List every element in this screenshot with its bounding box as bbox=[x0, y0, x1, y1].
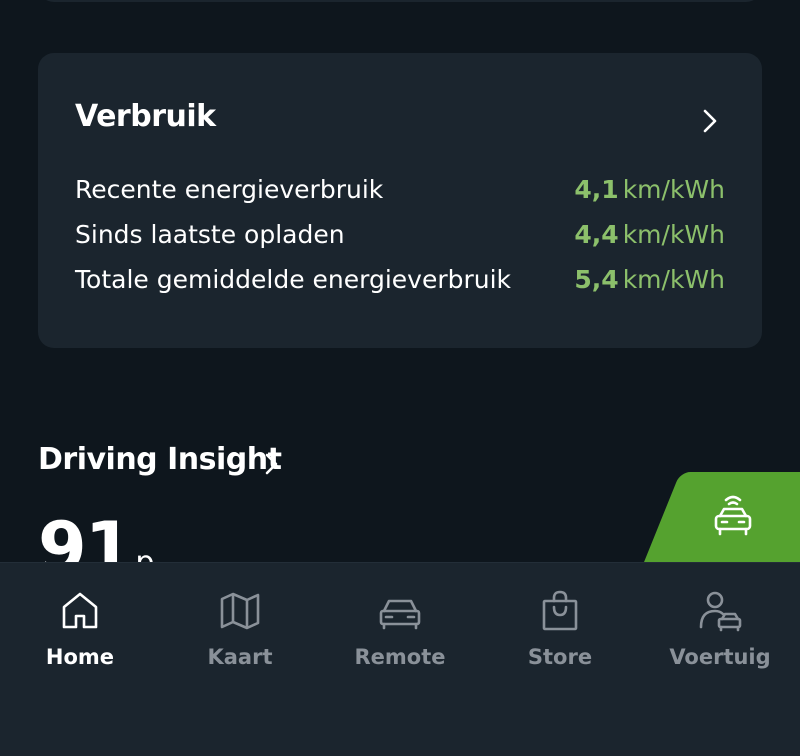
metric-label: Recente energieverbruik bbox=[75, 175, 384, 204]
metric-value-group: 5,4 km/kWh bbox=[574, 265, 725, 294]
metric-value: 4,1 bbox=[574, 175, 619, 204]
nav-label: Home bbox=[45, 645, 115, 669]
driving-score-value: 91 bbox=[38, 508, 133, 562]
nav-label: Store bbox=[527, 645, 593, 669]
nav-item-map[interactable]: Kaart bbox=[160, 589, 320, 679]
shopping-bag-icon bbox=[542, 590, 578, 631]
consumption-title: Verbruik bbox=[75, 99, 216, 134]
chevron-right-icon[interactable] bbox=[698, 107, 722, 135]
driving-score: 91p bbox=[38, 508, 154, 562]
map-icon bbox=[220, 592, 260, 630]
nav-item-remote[interactable]: Remote bbox=[320, 589, 480, 679]
metric-row-recent: Recente energieverbruik 4,1 km/kWh bbox=[75, 175, 725, 209]
metric-value-group: 4,1 km/kWh bbox=[574, 175, 725, 204]
nav-label: Voertuig bbox=[669, 645, 771, 669]
metric-unit: km/kWh bbox=[622, 175, 725, 204]
previous-card-edge bbox=[38, 0, 762, 2]
bottom-navigation: Home Kaart Remote Store Voertuig bbox=[0, 562, 800, 756]
home-icon bbox=[62, 592, 98, 629]
metric-row-total-average: Totale gemiddelde energieverbruik 5,4 km/… bbox=[75, 265, 725, 299]
chevron-right-icon[interactable] bbox=[262, 451, 280, 477]
nav-item-vehicle[interactable]: Voertuig bbox=[640, 589, 800, 679]
driving-insight-title[interactable]: Driving Insight bbox=[38, 442, 282, 477]
connected-car-icon[interactable] bbox=[710, 490, 756, 540]
metric-value-group: 4,4 km/kWh bbox=[574, 220, 725, 249]
metric-unit: km/kWh bbox=[622, 265, 725, 294]
metric-value: 4,4 bbox=[574, 220, 619, 249]
consumption-card[interactable]: Verbruik Recente energieverbruik 4,1 km/k… bbox=[38, 53, 762, 348]
metric-unit: km/kWh bbox=[622, 220, 725, 249]
car-icon bbox=[379, 599, 421, 630]
metric-label: Totale gemiddelde energieverbruik bbox=[75, 265, 512, 294]
metric-label: Sinds laatste opladen bbox=[75, 220, 345, 249]
nav-label: Kaart bbox=[207, 645, 273, 669]
user-car-icon bbox=[699, 591, 742, 632]
driving-score-unit: p bbox=[135, 545, 154, 562]
nav-item-store[interactable]: Store bbox=[480, 589, 640, 679]
nav-item-home[interactable]: Home bbox=[0, 589, 160, 679]
metric-row-since-charge: Sinds laatste opladen 4,4 km/kWh bbox=[75, 220, 725, 254]
metric-value: 5,4 bbox=[574, 265, 619, 294]
nav-label: Remote bbox=[354, 645, 446, 669]
